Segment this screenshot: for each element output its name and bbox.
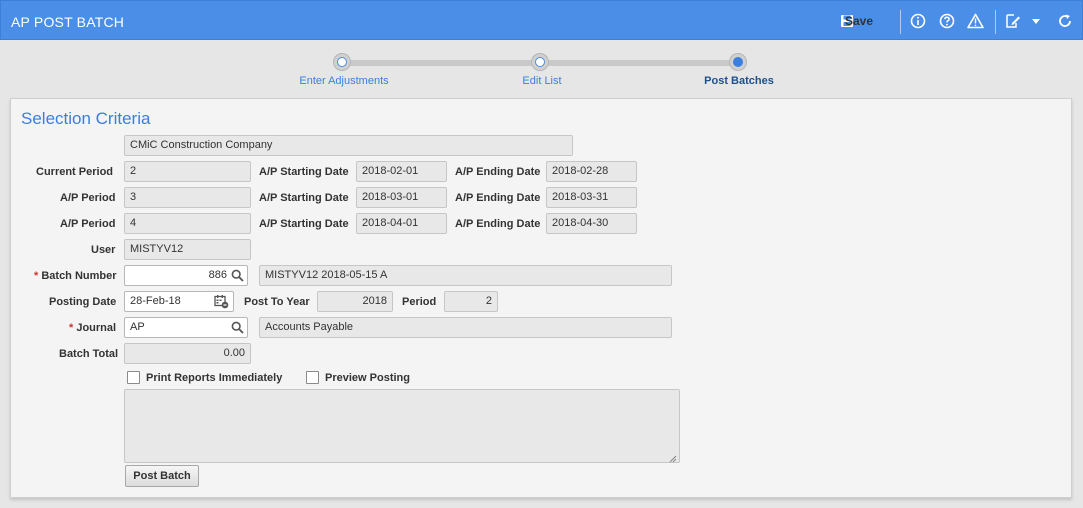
info-button[interactable]	[910, 11, 926, 31]
section-title: Selection Criteria	[21, 109, 151, 128]
period-field: 2	[444, 291, 498, 312]
user-field: MISTYV12	[124, 239, 251, 260]
ap-period-label: A/P Period	[60, 192, 116, 204]
ap-period-label: A/P Period	[60, 218, 116, 230]
resize-handle-icon[interactable]	[669, 452, 677, 463]
search-icon[interactable]	[231, 269, 244, 285]
ap-starting-date-label: A/P Starting Date	[259, 166, 349, 178]
ap-ending-date-label: A/P Ending Date	[455, 192, 541, 204]
wizard-step-label-edit-list[interactable]: Edit List	[522, 75, 561, 87]
wizard-step-post-batches[interactable]	[729, 53, 747, 71]
header-divider	[900, 10, 901, 34]
save-button[interactable]: Save	[840, 11, 873, 31]
ap-starting-date-field: 2018-02-01	[356, 161, 447, 182]
ap-ending-date-field: 2018-02-28	[546, 161, 637, 182]
posting-date-input[interactable]: 28-Feb-18	[124, 291, 234, 312]
page-title: AP POST BATCH	[11, 14, 125, 30]
required-marker: *	[34, 270, 39, 282]
wizard-progress: Enter Adjustments Edit List Post Batches	[0, 40, 1083, 98]
post-to-year-field: 2018	[317, 291, 393, 312]
print-reports-label[interactable]: Print Reports Immediately	[146, 372, 282, 384]
ap-ending-date-field: 2018-04-30	[546, 213, 637, 234]
ap-ending-date-field: 2018-03-31	[546, 187, 637, 208]
edit-note-button[interactable]	[1005, 11, 1021, 31]
journal-value: AP	[130, 321, 145, 333]
save-label: Save	[845, 14, 874, 28]
current-period-label: Current Period	[36, 166, 114, 178]
ap-starting-date-field: 2018-04-01	[356, 213, 447, 234]
header-divider	[995, 10, 996, 34]
journal-input[interactable]: AP	[124, 317, 248, 338]
help-button[interactable]	[939, 11, 955, 31]
chevron-down-icon	[1030, 15, 1042, 27]
ap-ending-date-label: A/P Ending Date	[455, 218, 541, 230]
journal-label-text: Journal	[76, 322, 117, 334]
preview-posting-checkbox[interactable]	[306, 371, 319, 384]
required-marker: *	[69, 322, 74, 334]
journal-label: * Journal	[69, 322, 116, 334]
current-period-field: 2	[124, 161, 251, 182]
batch-description-field: MISTYV12 2018-05-15 A	[259, 265, 672, 286]
header-bar: AP POST BATCH Save	[0, 0, 1083, 40]
calendar-icon[interactable]	[214, 294, 229, 311]
batch-number-label: * Batch Number	[34, 270, 117, 282]
search-icon[interactable]	[231, 321, 244, 337]
selection-criteria-panel: Selection Criteria CMiC Construction Com…	[10, 98, 1072, 498]
wizard-step-enter-adjustments[interactable]	[333, 53, 351, 71]
edit-note-icon	[1005, 13, 1021, 29]
ap-starting-date-field: 2018-03-01	[356, 187, 447, 208]
warning-icon	[967, 13, 984, 29]
ap-period-field: 3	[124, 187, 251, 208]
batch-number-input[interactable]: 886	[124, 265, 248, 286]
journal-description-field: Accounts Payable	[259, 317, 672, 338]
print-reports-checkbox[interactable]	[127, 371, 140, 384]
warning-button[interactable]	[967, 11, 984, 31]
ap-starting-date-label: A/P Starting Date	[259, 218, 349, 230]
help-icon	[939, 13, 955, 29]
output-textarea[interactable]	[124, 389, 680, 463]
refresh-icon	[1057, 13, 1073, 29]
ap-starting-date-label: A/P Starting Date	[259, 192, 349, 204]
refresh-button[interactable]	[1057, 11, 1073, 31]
period-label: Period	[402, 296, 437, 308]
posting-date-value: 28-Feb-18	[130, 295, 181, 307]
preview-posting-label[interactable]: Preview Posting	[325, 372, 410, 384]
info-icon	[910, 13, 926, 29]
batch-number-value: 886	[208, 269, 227, 281]
ap-period-field: 4	[124, 213, 251, 234]
company-field: CMiC Construction Company	[124, 135, 573, 156]
batch-total-label: Batch Total	[59, 348, 119, 360]
dropdown-button[interactable]	[1030, 11, 1042, 31]
batch-number-label-text: Batch Number	[41, 270, 117, 282]
user-label: User	[91, 244, 116, 256]
post-batch-button[interactable]: Post Batch	[125, 465, 199, 487]
posting-date-label: Posting Date	[49, 296, 117, 308]
batch-total-field: 0.00	[124, 343, 251, 364]
post-to-year-label: Post To Year	[244, 296, 310, 308]
wizard-step-label-enter-adjustments[interactable]: Enter Adjustments	[299, 75, 388, 87]
wizard-step-edit-list[interactable]	[531, 53, 549, 71]
ap-ending-date-label: A/P Ending Date	[455, 166, 541, 178]
wizard-step-label-post-batches[interactable]: Post Batches	[704, 75, 774, 87]
